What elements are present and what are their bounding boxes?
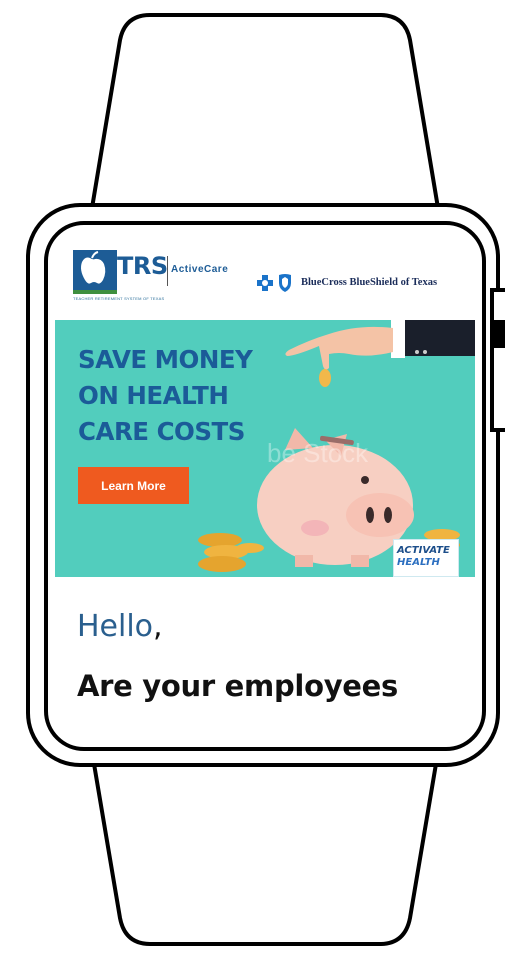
bcbs-logo: BlueCross BlueShield of Texas — [255, 273, 465, 293]
bcbs-wordmark: BlueCross BlueShield of Texas — [301, 277, 438, 288]
learn-more-button[interactable]: Learn More — [78, 467, 189, 504]
apple-logo-icon — [73, 250, 117, 294]
logo-divider — [167, 256, 168, 286]
promo-banner[interactable]: be Stock SAVE MONEY ON HEALTH CARE COSTS… — [55, 320, 475, 577]
headline-line-1: SAVE MONEY — [78, 345, 253, 374]
email-header: TRS ActiveCare TEACHER RETIREMENT SYSTEM… — [55, 237, 475, 320]
greeting-punct: , — [153, 609, 163, 644]
coin-stack-icon — [198, 533, 264, 572]
bcbs-cross-shield-icon — [257, 274, 291, 292]
greeting: Hello, — [77, 609, 163, 644]
headline-line-3: CARE COSTS — [78, 417, 245, 446]
activate-health-badge: ACTIVATE HEALTH — [393, 539, 459, 577]
trs-tagline: TEACHER RETIREMENT SYSTEM OF TEXAS — [73, 296, 165, 301]
activecare-wordmark: ActiveCare — [171, 264, 229, 275]
banner-headline: SAVE MONEY ON HEALTH CARE COSTS — [78, 342, 288, 450]
activate-badge-line2: HEALTH — [397, 557, 440, 568]
trs-activecare-logo: TRS ActiveCare TEACHER RETIREMENT SYSTEM… — [73, 250, 228, 308]
watch-screen: TRS ActiveCare TEACHER RETIREMENT SYSTEM… — [55, 237, 475, 740]
headline-line-2: ON HEALTH — [78, 381, 229, 410]
trs-wordmark: TRS — [117, 252, 168, 280]
email-subheading: Are your employees — [77, 669, 398, 703]
activate-badge-line1: ACTIVATE — [397, 545, 450, 556]
greeting-text: Hello — [77, 609, 154, 644]
hand-coin-illustration — [285, 320, 475, 387]
